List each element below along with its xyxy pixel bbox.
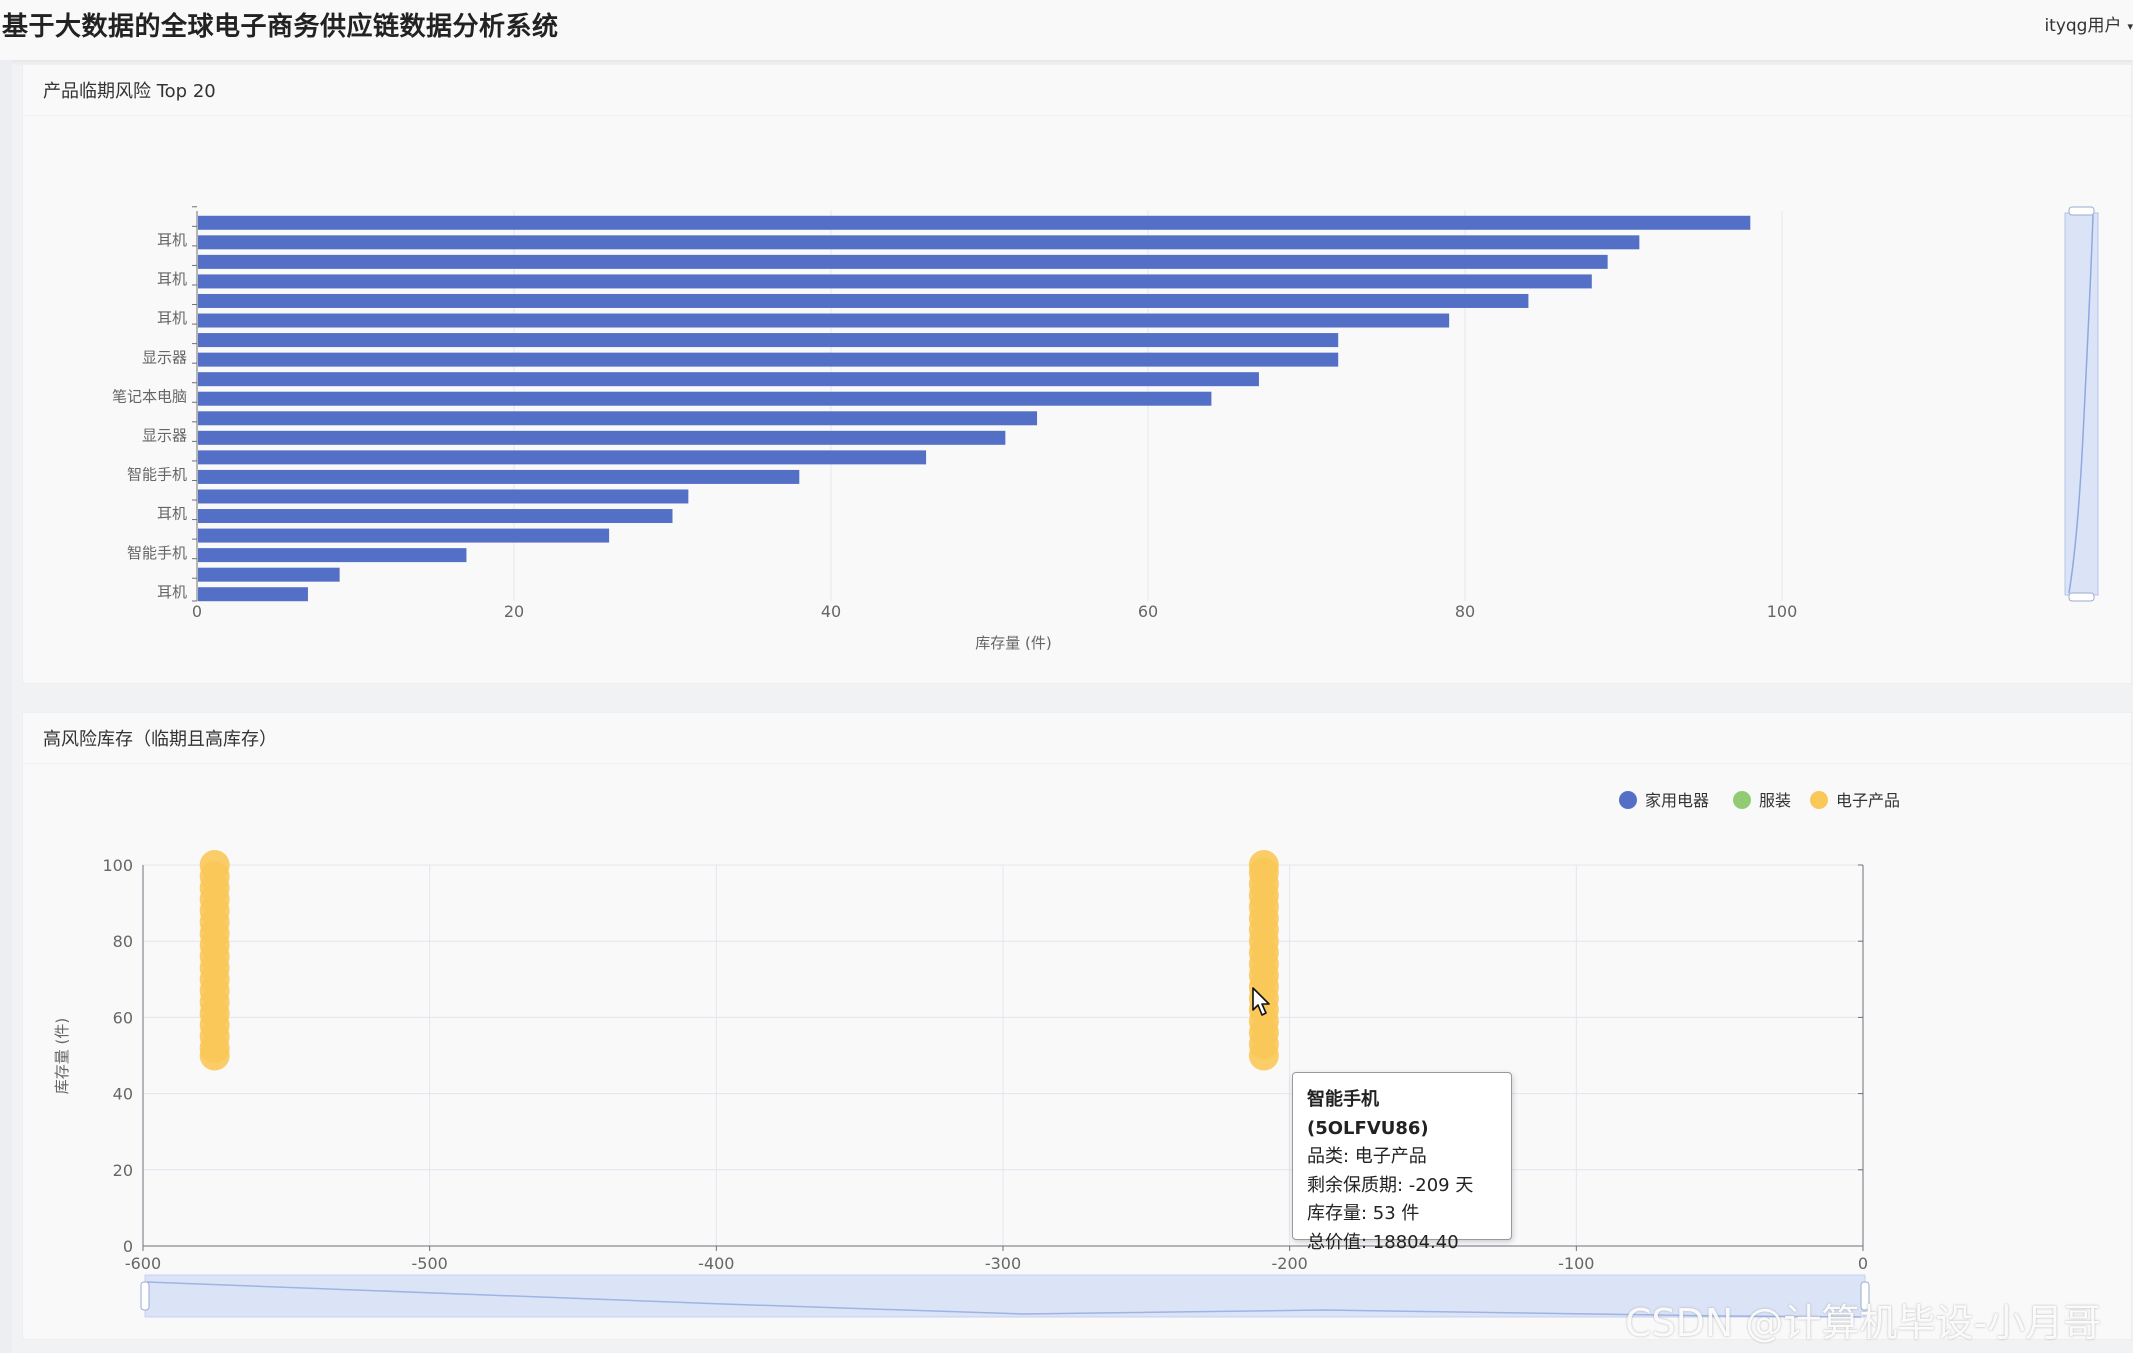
- bar[interactable]: [198, 450, 927, 465]
- bar[interactable]: [198, 372, 1259, 387]
- legend-marker[interactable]: [1619, 791, 1637, 809]
- app-title: 基于大数据的全球电子商务供应链数据分析系统: [2, 12, 559, 42]
- y-tick-label: 60: [113, 1008, 133, 1027]
- user-menu[interactable]: ityqg用户 ▾: [2044, 11, 2133, 36]
- bar[interactable]: [198, 567, 340, 582]
- panel-body: 0 20 40 60 80 100 耳机 耳机 耳机 显示器 笔记本电脑 显示器 智能手机 耳机 智能手机耳…: [23, 116, 2131, 686]
- y-tick-label: 显示器: [142, 348, 187, 366]
- bar[interactable]: [198, 333, 1339, 348]
- bar[interactable]: [198, 313, 1450, 328]
- x-axis-label: 库存量 (件): [975, 634, 1051, 652]
- panel-body: 020406080100-600-500-400-300-200-1000剩余保…: [23, 764, 2131, 1342]
- tooltip-stock: 库存量: 53 件: [1307, 1203, 1420, 1224]
- x-tick-label: -100: [1558, 1254, 1594, 1273]
- tooltip-title: 智能手机 (5OLFVU86): [1307, 1089, 1429, 1139]
- expiry-risk-bar-chart[interactable]: 0 20 40 60 80 100耳机耳机耳机显示器笔记本电脑显示器智能手机耳机智能手机耳…: [23, 116, 2131, 682]
- panel-title: 高风险库存（临期且高库存）: [43, 729, 277, 750]
- tooltip-total-value: 总价值: 18804.40: [1307, 1231, 1459, 1253]
- y-tick-label: 显示器: [142, 427, 187, 445]
- vertical-zoom-slider[interactable]: [2064, 206, 2099, 602]
- x-tick-label: -200: [1272, 1254, 1308, 1273]
- tooltip-category: 品类: 电子产品: [1307, 1146, 1427, 1167]
- bar[interactable]: [198, 528, 610, 543]
- x-tick-label: 80: [1455, 602, 1475, 621]
- legend-item-label[interactable]: 服装: [1759, 791, 1791, 810]
- bar[interactable]: [198, 411, 1038, 426]
- legend-marker[interactable]: [1733, 791, 1751, 809]
- bar[interactable]: [198, 352, 1339, 367]
- y-tick-label: 80: [113, 932, 133, 951]
- bar[interactable]: [198, 215, 1751, 230]
- zoom-handle-top[interactable]: [2068, 206, 2095, 216]
- legend-item-label[interactable]: 电子产品: [1836, 791, 1900, 810]
- bar[interactable]: [198, 548, 467, 563]
- y-tick-label: 耳机: [157, 505, 187, 523]
- scatter-point[interactable]: [1248, 850, 1279, 880]
- y-tick-label: 100: [102, 856, 133, 875]
- x-tick-label: 20: [504, 602, 524, 621]
- panel-header: 产品临期风险 Top 20: [23, 65, 2131, 116]
- panel-header: 高风险库存（临期且高库存）: [23, 713, 2131, 764]
- zoom-handle-left[interactable]: [140, 1281, 150, 1311]
- y-tick-label: 耳机: [157, 231, 187, 249]
- bar[interactable]: [198, 430, 1006, 445]
- panel-title: 产品临期风险 Top 20: [43, 81, 216, 102]
- tooltip-shelf-life: 剩余保质期: -209 天: [1307, 1174, 1474, 1196]
- sidebar-rail: [0, 60, 12, 1353]
- y-tick-label: 笔记本电脑: [112, 387, 187, 405]
- bar[interactable]: [198, 274, 1592, 289]
- watermark: CSDN @计算机毕设-小月哥: [1625, 1301, 2102, 1345]
- y-tick-label: 耳机: [157, 583, 187, 601]
- x-tick-label: 0: [1858, 1254, 1868, 1273]
- bar[interactable]: [198, 391, 1212, 406]
- x-tick-label: 0: [192, 602, 202, 621]
- y-tick-label: 40: [113, 1085, 133, 1104]
- data-point-tooltip: 智能手机 (5OLFVU86) 品类: 电子产品 剩余保质期: -209 天 库…: [1292, 1072, 1512, 1253]
- x-tick-label: 100: [1767, 602, 1798, 621]
- x-tick-label: -500: [412, 1254, 448, 1273]
- x-tick-label: 40: [821, 602, 841, 621]
- chevron-down-icon: ▾: [2127, 19, 2133, 33]
- bar[interactable]: [198, 293, 1529, 308]
- bar[interactable]: [198, 254, 1608, 269]
- user-name: ityqg用户: [2044, 16, 2122, 36]
- zoom-handle-bottom[interactable]: [2068, 592, 2095, 602]
- bar[interactable]: [198, 469, 800, 484]
- app-header: 基于大数据的全球电子商务供应链数据分析系统 ityqg用户 ▾: [0, 0, 2133, 61]
- high-risk-scatter-chart[interactable]: 020406080100-600-500-400-300-200-1000剩余保…: [23, 764, 2131, 1338]
- x-tick-label: -300: [985, 1254, 1021, 1273]
- y-axis-label: 库存量 (件): [53, 1018, 71, 1094]
- bar[interactable]: [198, 509, 673, 524]
- zoom-track: [2064, 212, 2099, 596]
- high-risk-inventory-panel: 高风险库存（临期且高库存） 0 20 40 60 80 100 -600 -500 -400 -3…: [22, 712, 2132, 1340]
- bar[interactable]: [198, 489, 689, 504]
- x-tick-label: -400: [698, 1254, 734, 1273]
- y-tick-label: 智能手机: [127, 466, 187, 484]
- mouse-cursor-icon: [1252, 987, 1270, 1016]
- zoom-track: [144, 1274, 1866, 1318]
- legend-item-label[interactable]: 家用电器: [1645, 791, 1709, 810]
- legend-marker[interactable]: [1810, 791, 1828, 809]
- y-tick-label: 20: [113, 1161, 133, 1180]
- scatter-point[interactable]: [199, 850, 230, 880]
- y-tick-label: 耳机: [157, 270, 187, 288]
- bar[interactable]: [198, 587, 308, 602]
- bar[interactable]: [198, 235, 1640, 250]
- x-tick-label: -600: [125, 1254, 161, 1273]
- y-tick-label: 耳机: [157, 309, 187, 327]
- x-tick-label: 60: [1138, 602, 1158, 621]
- y-tick-label: 智能手机: [127, 544, 187, 562]
- horizontal-zoom-slider[interactable]: [140, 1274, 1870, 1318]
- expiry-risk-panel: 产品临期风险 Top 20 0 20 40 60 80 100 耳机 耳机 耳机 显示器 笔记本电脑…: [22, 64, 2132, 684]
